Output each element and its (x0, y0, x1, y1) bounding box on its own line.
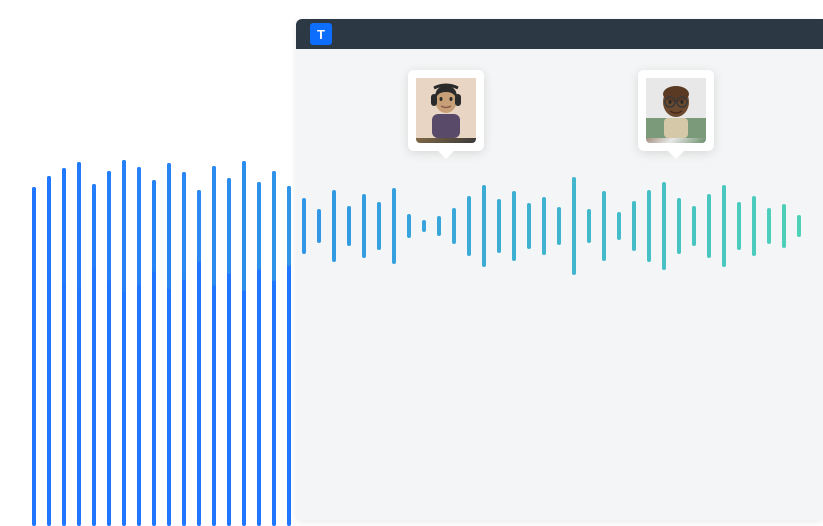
waveform-bar (497, 199, 501, 253)
waveform-bar (182, 172, 186, 280)
waveform-bar (32, 187, 36, 265)
waveform-bar (542, 197, 546, 255)
waveform-bar (482, 185, 486, 267)
waveform-bar (152, 180, 156, 272)
waveform-bar (422, 220, 426, 232)
waveform-bar (287, 186, 291, 266)
waveform-bar (92, 184, 96, 268)
waveform-bar (722, 185, 726, 267)
audio-waveform[interactable] (32, 166, 813, 286)
avatar-speaker-1 (416, 78, 476, 143)
avatar-speaker-2 (646, 78, 706, 143)
speaker-marker-2[interactable] (638, 70, 714, 151)
waveform-bar (782, 204, 786, 248)
waveform-bar (437, 216, 441, 236)
waveform-bar (527, 203, 531, 249)
waveform-bar (62, 168, 66, 284)
waveform-bar (617, 212, 621, 240)
waveform-bar (377, 202, 381, 250)
waveform-bar (197, 190, 201, 262)
waveform-bar (332, 190, 336, 262)
waveform-bar (677, 198, 681, 254)
waveform-bar (632, 201, 636, 251)
waveform-bar (467, 196, 471, 256)
waveform-bar (512, 191, 516, 261)
waveform-bar (77, 162, 81, 290)
waveform-bar (752, 196, 756, 256)
waveform-bar (167, 163, 171, 289)
waveform-bar (317, 209, 321, 243)
waveform-bar (392, 188, 396, 264)
app-logo-letter: T (317, 27, 325, 42)
waveform-bar (767, 208, 771, 244)
waveform-bar (647, 190, 651, 262)
app-logo: T (310, 23, 332, 45)
speaker-marker-1[interactable] (408, 70, 484, 151)
waveform-bar (452, 208, 456, 244)
waveform-bar (272, 171, 276, 281)
waveform-bar (737, 202, 741, 250)
waveform-bar (572, 177, 576, 275)
waveform-bar (47, 176, 51, 276)
waveform-bar (362, 194, 366, 258)
waveform-bar (137, 167, 141, 285)
waveform-bar (122, 160, 126, 292)
waveform-bar (602, 191, 606, 261)
waveform-bar (797, 215, 801, 237)
waveform-bar (692, 206, 696, 246)
waveform-bar (407, 214, 411, 238)
waveform-bar (227, 178, 231, 274)
waveform-bar (257, 182, 261, 270)
waveform-bar (212, 166, 216, 286)
waveform-bar (557, 207, 561, 245)
titlebar: T (296, 19, 823, 49)
waveform-bar (707, 194, 711, 258)
waveform-bar (347, 206, 351, 246)
waveform-bar (107, 171, 111, 281)
waveform-bar (302, 198, 306, 254)
waveform-bar (242, 161, 246, 291)
waveform-bar (587, 209, 591, 243)
waveform-bar (662, 182, 666, 270)
